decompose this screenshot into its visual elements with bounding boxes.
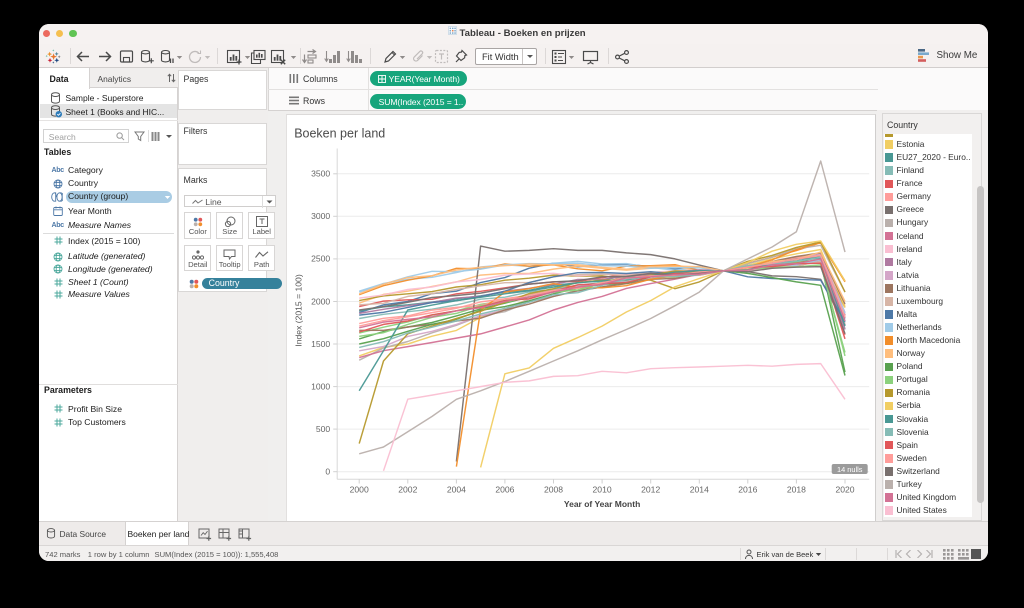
- svg-text:3000: 3000: [311, 211, 330, 221]
- svg-text:2000: 2000: [311, 297, 330, 307]
- svg-text:3500: 3500: [311, 169, 330, 179]
- svg-text:1000: 1000: [311, 382, 330, 392]
- svg-text:Boeken per land: Boeken per land: [294, 127, 385, 141]
- svg-text:0: 0: [325, 467, 330, 477]
- svg-text:2010: 2010: [592, 485, 611, 495]
- svg-text:Index (2015 = 100): Index (2015 = 100): [293, 274, 303, 347]
- svg-text:2006: 2006: [495, 485, 514, 495]
- svg-text:2014: 2014: [690, 485, 709, 495]
- svg-text:2020: 2020: [835, 485, 854, 495]
- svg-text:Year of Year Month: Year of Year Month: [564, 499, 640, 509]
- svg-text:2002: 2002: [398, 485, 417, 495]
- svg-text:14 nulls: 14 nulls: [837, 465, 863, 474]
- svg-text:1500: 1500: [311, 339, 330, 349]
- svg-text:2008: 2008: [544, 485, 563, 495]
- svg-text:2018: 2018: [787, 485, 806, 495]
- svg-text:2004: 2004: [447, 485, 466, 495]
- svg-text:2016: 2016: [738, 485, 757, 495]
- svg-text:500: 500: [316, 424, 331, 434]
- svg-text:2000: 2000: [349, 485, 368, 495]
- svg-text:2012: 2012: [641, 485, 660, 495]
- svg-text:2500: 2500: [311, 254, 330, 264]
